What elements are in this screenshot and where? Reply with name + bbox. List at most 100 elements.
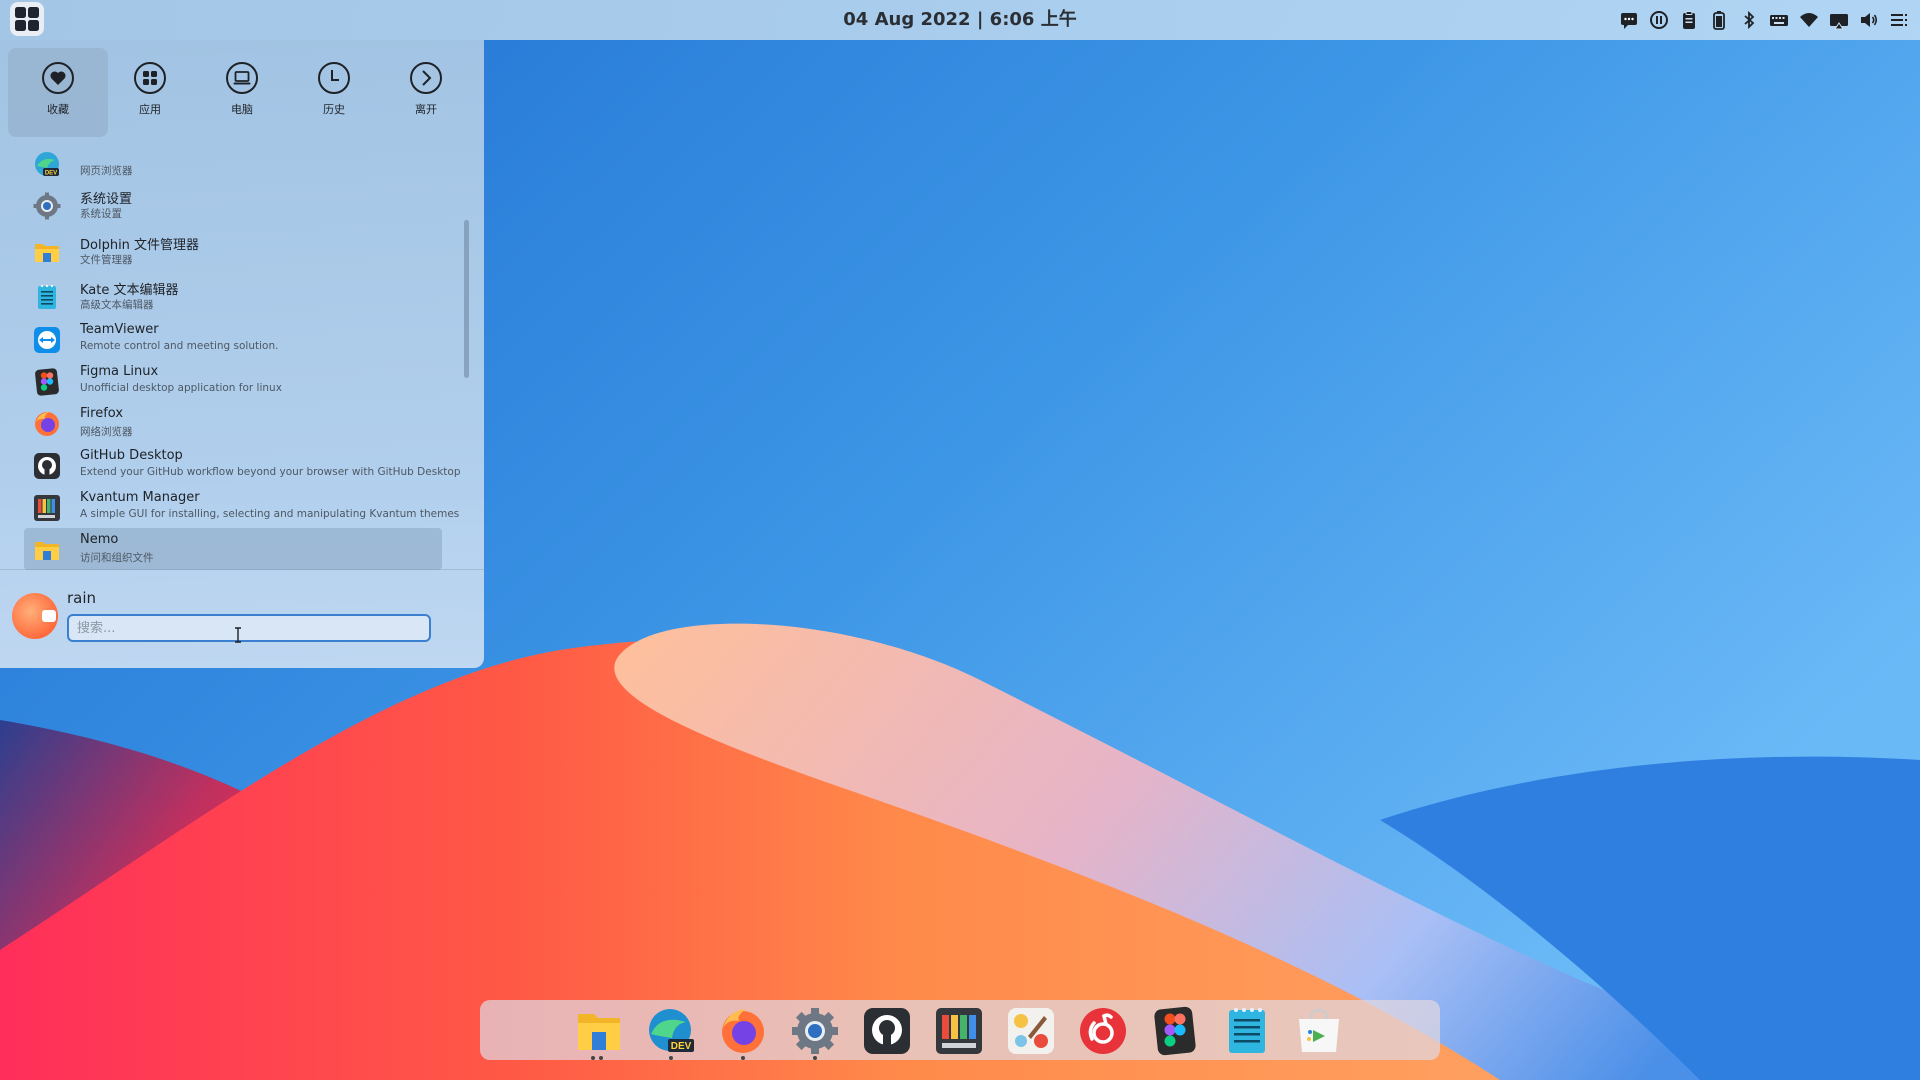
store-icon bbox=[1299, 1008, 1339, 1052]
app-name: Kate 文本编辑器 bbox=[80, 283, 179, 298]
clipboard-icon[interactable] bbox=[1678, 9, 1700, 31]
github-icon bbox=[864, 1008, 910, 1054]
clock-icon bbox=[318, 62, 350, 94]
folder-icon bbox=[35, 244, 59, 262]
svg-text:DEV: DEV bbox=[671, 1041, 692, 1052]
laptop-icon bbox=[226, 62, 258, 94]
dock: DEV bbox=[480, 1000, 1440, 1060]
top-panel: 04 Aug 2022 | 6:06 上午 bbox=[0, 0, 1920, 40]
tab-label: 收藏 bbox=[47, 103, 69, 116]
svg-text:DEV: DEV bbox=[45, 171, 57, 177]
menu-divider bbox=[0, 569, 484, 570]
list-item-kate[interactable]: Kate 文本编辑器 高级文本编辑器 bbox=[24, 275, 442, 318]
app-list: DEV 网页浏览器 系统设置 系统设置 Dolphin 文件管理器 文件管理器 … bbox=[24, 152, 460, 570]
figma-icon bbox=[35, 368, 59, 396]
dock-item-settings[interactable] bbox=[790, 1006, 840, 1060]
dock-item-kvantum[interactable] bbox=[934, 1006, 984, 1056]
color-picker-icon bbox=[1008, 1008, 1054, 1054]
tab-favorites[interactable]: 收藏 bbox=[8, 48, 108, 137]
app-description: 系统设置 bbox=[80, 208, 122, 220]
app-launcher-button[interactable] bbox=[10, 2, 44, 36]
dock-item-edge-dev[interactable]: DEV bbox=[646, 1006, 696, 1060]
app-name: Kvantum Manager bbox=[80, 490, 200, 505]
tab-label: 离开 bbox=[415, 103, 437, 116]
list-item-kvantum[interactable]: Kvantum Manager A simple GUI for install… bbox=[24, 486, 459, 528]
pause-icon[interactable] bbox=[1648, 9, 1670, 31]
folder-icon bbox=[35, 542, 59, 560]
tab-history[interactable]: 历史 bbox=[284, 48, 384, 137]
chevron-right-icon bbox=[410, 62, 442, 94]
teamviewer-icon bbox=[34, 327, 60, 353]
app-name: 系统设置 bbox=[80, 192, 133, 207]
github-icon bbox=[34, 453, 60, 479]
display-icon[interactable] bbox=[1828, 9, 1850, 31]
dock-item-figma[interactable] bbox=[1150, 1006, 1200, 1056]
dock-item-files[interactable] bbox=[574, 1006, 624, 1060]
battery-icon[interactable] bbox=[1708, 9, 1730, 31]
app-description: Extend your GitHub workflow beyond your … bbox=[80, 466, 461, 478]
app-list-scrollbar[interactable] bbox=[464, 220, 469, 378]
app-description: 网页浏览器 bbox=[80, 165, 133, 177]
app-description: 访问和组织文件 bbox=[80, 552, 154, 564]
figma-icon bbox=[1154, 1006, 1196, 1056]
app-name: Figma Linux bbox=[80, 364, 159, 379]
list-item-dolphin[interactable]: Dolphin 文件管理器 文件管理器 bbox=[24, 230, 442, 275]
wifi-icon[interactable] bbox=[1798, 9, 1820, 31]
list-item-github-desktop[interactable]: GitHub Desktop Extend your GitHub workfl… bbox=[24, 444, 460, 486]
user-name: rain bbox=[67, 589, 97, 607]
tab-applications[interactable]: 应用 bbox=[100, 48, 200, 137]
dock-item-notes[interactable] bbox=[1222, 1006, 1272, 1056]
list-item-teamviewer[interactable]: TeamViewer Remote control and meeting so… bbox=[24, 318, 442, 360]
settings-icon bbox=[33, 192, 61, 220]
system-tray bbox=[1618, 0, 1910, 40]
heart-icon bbox=[42, 62, 74, 94]
menu-tabs: 收藏 应用 电脑 历史 离开 bbox=[8, 48, 468, 137]
files-icon bbox=[578, 1014, 620, 1050]
start-menu: 收藏 应用 电脑 历史 离开 DEV 网页浏览器 系统设置 系统设置 Dolph… bbox=[0, 40, 484, 668]
app-name: Nemo bbox=[80, 532, 119, 547]
app-description: 文件管理器 bbox=[80, 254, 133, 266]
app-name: GitHub Desktop bbox=[80, 448, 183, 463]
app-name: Firefox bbox=[80, 406, 124, 421]
grid-icon bbox=[15, 7, 39, 31]
netease-music-icon bbox=[1080, 1008, 1126, 1054]
kvantum-icon bbox=[34, 495, 60, 521]
dock-item-store[interactable] bbox=[1294, 1006, 1344, 1056]
app-description: Remote control and meeting solution. bbox=[80, 340, 279, 352]
list-item-system-settings[interactable]: 系统设置 系统设置 bbox=[24, 184, 442, 230]
app-description: 高级文本编辑器 bbox=[80, 299, 154, 311]
search-input[interactable] bbox=[67, 614, 431, 642]
app-name: TeamViewer bbox=[80, 322, 159, 337]
dock-item-firefox[interactable] bbox=[718, 1006, 768, 1060]
keyboard-icon[interactable] bbox=[1768, 9, 1790, 31]
volume-icon[interactable] bbox=[1858, 9, 1880, 31]
menu-icon[interactable] bbox=[1888, 9, 1910, 31]
chat-icon[interactable] bbox=[1618, 9, 1640, 31]
tab-leave[interactable]: 离开 bbox=[376, 48, 476, 137]
dock-item-netease-music[interactable] bbox=[1078, 1006, 1128, 1056]
app-name: Dolphin 文件管理器 bbox=[80, 238, 200, 253]
kate-icon bbox=[38, 284, 56, 309]
edge-dev-icon: DEV bbox=[35, 152, 59, 177]
tab-label: 应用 bbox=[139, 103, 161, 116]
avatar[interactable] bbox=[12, 593, 58, 639]
bluetooth-icon[interactable] bbox=[1738, 9, 1760, 31]
settings-icon bbox=[792, 1008, 838, 1054]
list-item-nemo[interactable]: Nemo 访问和组织文件 bbox=[24, 528, 442, 570]
text-cursor-icon bbox=[235, 627, 241, 643]
list-item-figma[interactable]: Figma Linux Unofficial desktop applicati… bbox=[24, 360, 442, 402]
edge-dev-icon: DEV bbox=[649, 1009, 694, 1052]
list-item-edge-dev[interactable]: DEV 网页浏览器 bbox=[24, 152, 442, 184]
notes-icon bbox=[1229, 1008, 1265, 1053]
tab-label: 历史 bbox=[323, 103, 345, 116]
kvantum-icon bbox=[936, 1008, 982, 1054]
firefox-icon bbox=[35, 412, 59, 436]
list-item-firefox[interactable]: Firefox 网络浏览器 bbox=[24, 402, 442, 444]
tab-label: 电脑 bbox=[231, 103, 253, 116]
tab-computer[interactable]: 电脑 bbox=[192, 48, 292, 137]
clock[interactable]: 04 Aug 2022 | 6:06 上午 bbox=[843, 9, 1076, 30]
dock-item-color-picker[interactable] bbox=[1006, 1006, 1056, 1056]
dock-item-github-desktop[interactable] bbox=[862, 1006, 912, 1056]
grid-icon bbox=[134, 62, 166, 94]
firefox-icon bbox=[722, 1009, 764, 1053]
